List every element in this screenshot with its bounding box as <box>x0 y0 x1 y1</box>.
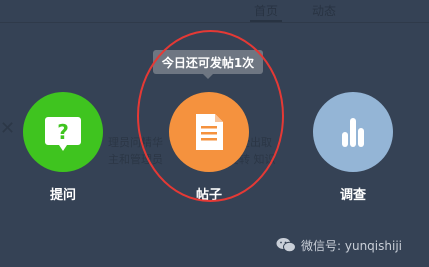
background-tab-home: 首页 <box>250 0 283 22</box>
wechat-watermark: 微信号: yunqishiji <box>276 234 402 256</box>
document-icon <box>196 114 223 150</box>
background-text-line: 理员问精华 <box>108 136 163 149</box>
svg-text:?: ? <box>57 120 69 144</box>
watermark-text: 微信号: yunqishiji <box>301 238 402 253</box>
post-quota-tooltip: 今日还可发帖1次 <box>153 50 263 79</box>
background-tabs: 首页 动态 <box>250 0 340 22</box>
background-text-line: 主和管理员 <box>108 153 163 166</box>
background-divider <box>0 22 429 23</box>
tooltip-text: 今日还可发帖1次 <box>161 55 255 70</box>
new-post-label: 帖子 <box>195 188 222 203</box>
survey-label: 调查 <box>339 188 366 203</box>
new-post-circle[interactable] <box>169 92 249 172</box>
wechat-icon <box>276 238 296 253</box>
bar-chart-icon <box>342 118 364 147</box>
background-tab-activity: 动态 <box>312 4 337 18</box>
publish-overlay: 首页 动态 ✕ 理员问精华 主和管理员 ，全出取 要转 知识 今日还可发帖1次 … <box>0 0 429 267</box>
ask-question-label: 提问 <box>49 188 76 203</box>
question-icon: ? <box>45 117 81 151</box>
new-post-button[interactable]: 帖子 <box>169 92 249 203</box>
ask-question-button[interactable]: ? 提问 <box>23 92 103 203</box>
background-icon: ✕ <box>0 118 16 139</box>
survey-button[interactable]: 调查 <box>313 92 393 203</box>
ask-question-circle[interactable]: ? <box>23 92 103 172</box>
survey-circle[interactable] <box>313 92 393 172</box>
